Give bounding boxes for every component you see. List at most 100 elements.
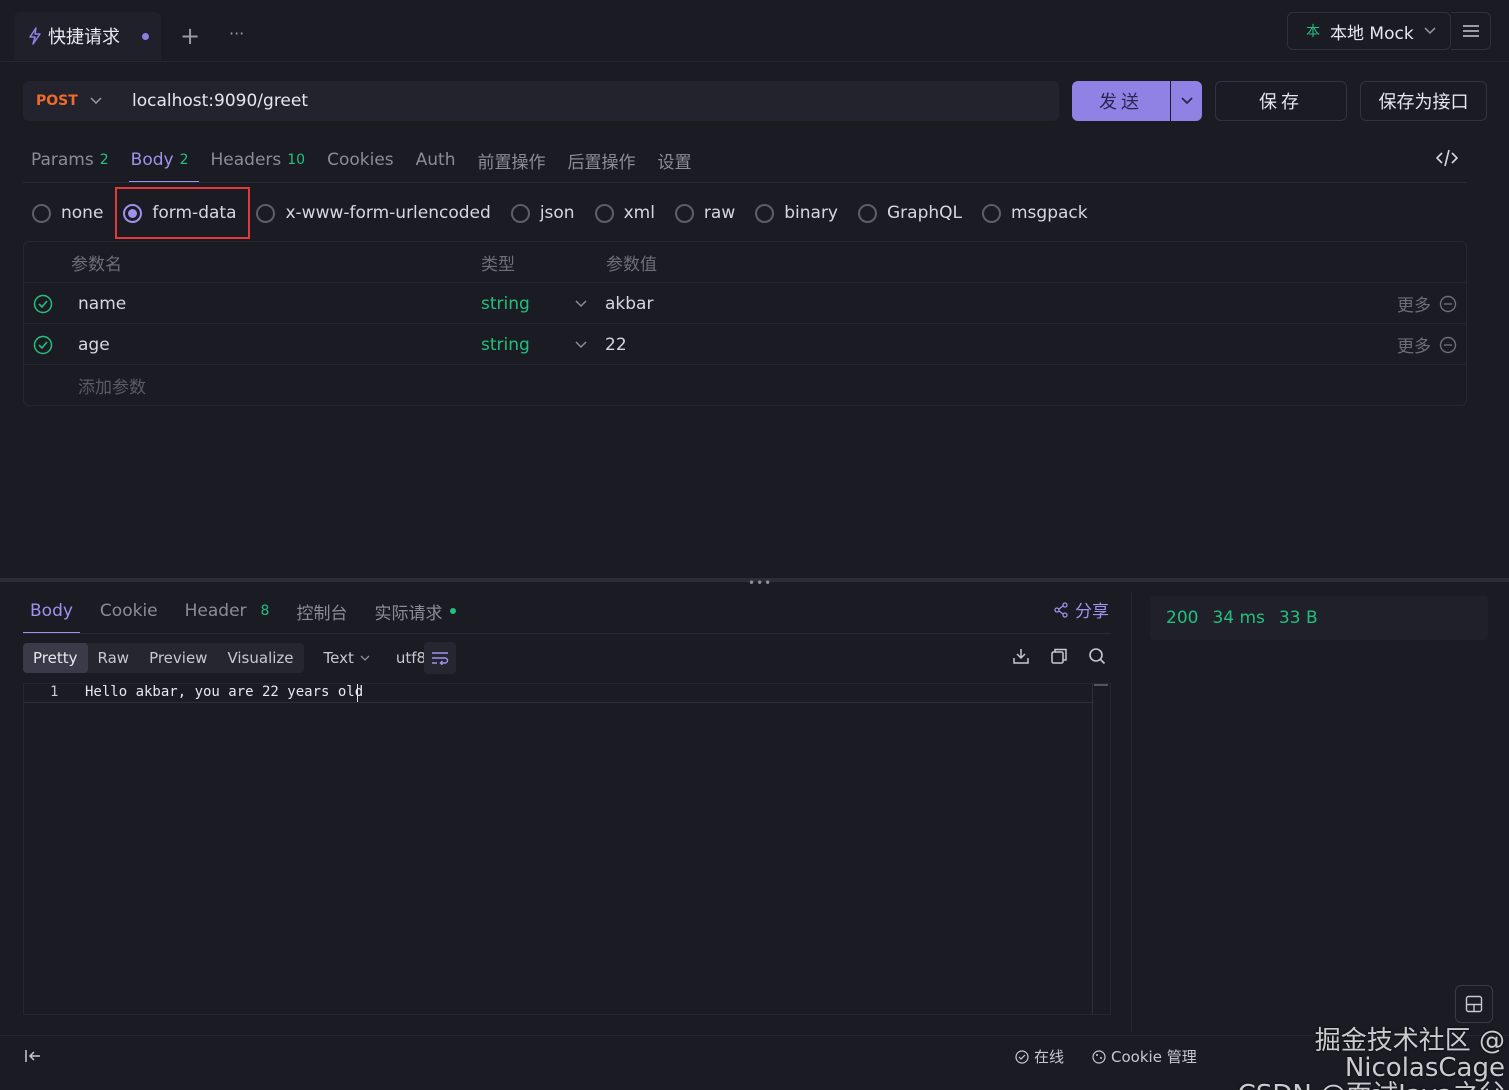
radio-label: xml (623, 203, 655, 223)
tab-response-cookie[interactable]: Cookie (100, 592, 158, 630)
save-as-api-button[interactable]: 保存为接口 (1360, 81, 1487, 121)
tab-label: 实际请求 (374, 603, 443, 624)
view-mode-segmented: Pretty Raw Preview Visualize (23, 643, 304, 673)
mode-visualize[interactable]: Visualize (217, 643, 303, 673)
radio-label: raw (703, 203, 736, 223)
env-label: 本地 Mock (1330, 23, 1414, 44)
add-param-placeholder[interactable]: 添加参数 (78, 365, 146, 406)
radio-circle[interactable] (510, 203, 530, 223)
watermark: 掘金技术社区 @ NicolasCage CSDN @面试Java之父 (1150, 1028, 1505, 1090)
tab-label: Cookies (327, 150, 394, 170)
add-tab-button[interactable]: + (180, 22, 200, 50)
tab-console[interactable]: 控制台 (296, 592, 347, 630)
url-input[interactable] (120, 81, 1050, 121)
radio-circle[interactable] (32, 203, 51, 223)
method-select[interactable]: POST (36, 81, 102, 121)
radio-label: none (61, 203, 104, 223)
param-name[interactable]: name (78, 283, 126, 324)
param-value[interactable]: 22 (605, 324, 627, 365)
tab-headers[interactable]: Headers 10 (211, 140, 306, 180)
splitter-handle-icon[interactable]: ••• (748, 576, 772, 590)
radio-circle[interactable] (594, 203, 614, 223)
mode-pretty[interactable]: Pretty (23, 643, 88, 673)
tab-settings[interactable]: 设置 (658, 140, 692, 180)
radio-graphql[interactable]: GraphQL (858, 196, 962, 230)
save-button[interactable]: 保存 (1215, 81, 1347, 121)
share-icon (1053, 601, 1069, 618)
radio-label: GraphQL (887, 203, 962, 223)
radio-raw[interactable]: raw (674, 196, 736, 230)
param-type[interactable]: string (481, 324, 530, 365)
send-button[interactable]: 发送 (1072, 81, 1170, 121)
share-button[interactable]: 分享 (1053, 597, 1109, 622)
env-icon: 本 (1306, 24, 1320, 40)
tab-label: Auth (415, 150, 456, 170)
radio-xml[interactable]: xml (594, 196, 655, 230)
tab-quick-request[interactable]: 快捷请求 (14, 12, 161, 60)
radio-circle[interactable] (982, 203, 1001, 223)
tab-response-body[interactable]: Body (23, 592, 80, 634)
param-more[interactable]: 更多 (1397, 283, 1457, 324)
menu-button[interactable] (1451, 12, 1491, 50)
content-type-label: Text (323, 649, 354, 667)
param-name[interactable]: age (78, 324, 110, 365)
response-editor[interactable] (23, 683, 1111, 1015)
send-options-button[interactable] (1171, 81, 1202, 121)
response-text[interactable]: Hello akbar, you are 22 years old (85, 684, 363, 700)
mode-raw[interactable]: Raw (88, 643, 140, 673)
chevron-down-icon[interactable] (575, 324, 587, 365)
wrap-icon (431, 651, 449, 665)
collapse-sidebar-icon[interactable] (24, 1048, 42, 1064)
radio-binary[interactable]: binary (755, 196, 838, 230)
layout-toggle-button[interactable] (1455, 985, 1493, 1023)
tab-cookies[interactable]: Cookies (327, 140, 394, 180)
radio-json[interactable]: json (510, 196, 575, 230)
online-status[interactable]: 在线 (1015, 1046, 1064, 1067)
minus-circle-icon[interactable] (1439, 336, 1457, 354)
more-tabs-button[interactable]: ··· (229, 24, 244, 43)
tab-body[interactable]: Body 2 (128, 140, 199, 183)
radio-msgpack[interactable]: msgpack (982, 196, 1088, 230)
minus-circle-icon[interactable] (1439, 295, 1457, 313)
scrollbar-thumb[interactable] (1094, 684, 1108, 689)
param-more[interactable]: 更多 (1397, 324, 1457, 365)
more-label: 更多 (1397, 337, 1431, 357)
mode-preview[interactable]: Preview (139, 643, 217, 673)
scrollbar[interactable] (1092, 684, 1110, 1014)
word-wrap-button[interactable] (424, 642, 456, 674)
copy-icon[interactable] (1050, 647, 1068, 665)
chevron-down-icon (1424, 27, 1436, 35)
radio-circle[interactable] (858, 203, 877, 223)
status-code: 200 (1166, 608, 1199, 628)
tab-actual-request[interactable]: 实际请求 (374, 592, 457, 630)
radio-circle[interactable] (755, 203, 775, 223)
radio-circle[interactable] (256, 203, 276, 223)
tab-auth[interactable]: Auth (416, 140, 456, 180)
tab-label: Params (31, 150, 94, 170)
check-circle-icon[interactable] (33, 324, 53, 365)
download-icon[interactable] (1012, 647, 1030, 665)
tab-label: 后置操作 (567, 152, 636, 173)
radio-none[interactable]: none (32, 196, 103, 230)
check-circle-icon[interactable] (33, 283, 53, 324)
param-value[interactable]: akbar (605, 283, 653, 324)
share-label: 分享 (1075, 602, 1109, 622)
code-icon[interactable] (1436, 148, 1458, 168)
environment-select[interactable]: 本 本地 Mock (1287, 12, 1451, 50)
tab-params[interactable]: Params 2 (31, 140, 109, 180)
divider (23, 182, 1467, 183)
line-number: 1 (50, 684, 59, 700)
chevron-down-icon (90, 97, 102, 105)
param-type[interactable]: string (481, 283, 530, 324)
radio-circle[interactable] (674, 203, 694, 223)
response-actions (1012, 647, 1106, 665)
response-tabs: Body Cookie Header 8 控制台 实际请求 (23, 592, 483, 634)
radio-x-www-form-urlencoded[interactable]: x-www-form-urlencoded (256, 196, 491, 230)
tab-response-header[interactable]: Header 8 (185, 592, 270, 630)
tab-post-operations[interactable]: 后置操作 (568, 140, 636, 180)
search-icon[interactable] (1088, 647, 1106, 665)
chevron-down-icon[interactable] (575, 283, 587, 324)
method-label: POST (36, 93, 78, 109)
tab-pre-operations[interactable]: 前置操作 (478, 140, 546, 180)
content-type-select[interactable]: Text (318, 643, 376, 673)
